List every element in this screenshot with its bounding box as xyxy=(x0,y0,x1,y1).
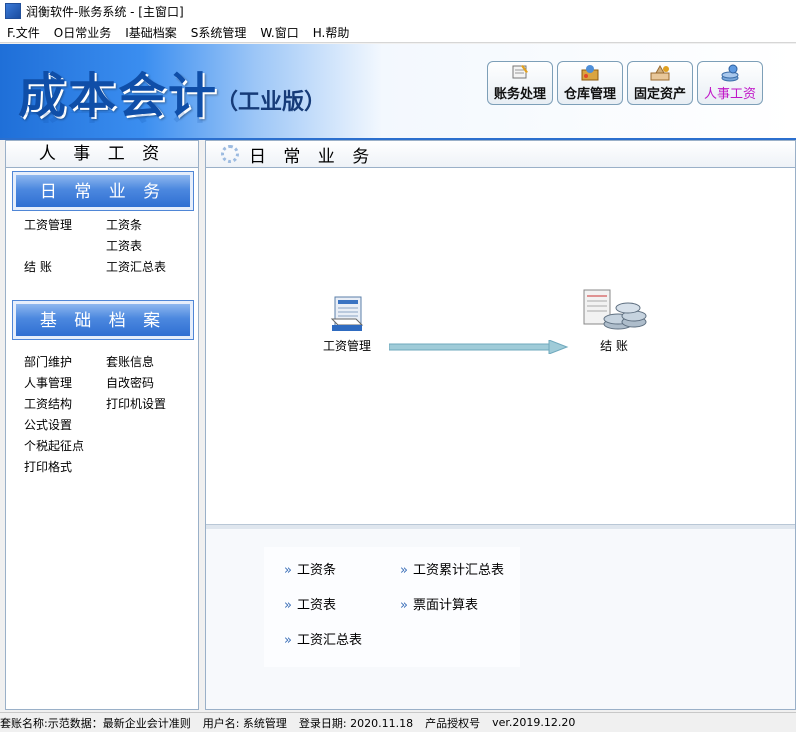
link-account-set-info[interactable]: 套账信息 xyxy=(106,352,196,373)
section-title: 基 础 档 案 xyxy=(16,304,190,336)
report-link-cumulative-summary[interactable]: » 工资累计汇总表 xyxy=(400,559,504,578)
basic-archive-links: 部门维护 套账信息 人事管理 自改密码 工资结构 打印机设置 公式设置 个税起征… xyxy=(24,352,196,478)
menu-file[interactable]: F.文件 xyxy=(0,24,47,41)
product-edition: （工业版） xyxy=(216,89,327,115)
flow-arrow-icon xyxy=(389,340,569,354)
status-login-date: 登录日期: 2020.11.18 xyxy=(298,716,414,730)
coins-ledger-icon xyxy=(583,289,647,330)
module-label: 仓库管理 xyxy=(563,87,616,102)
menu-help[interactable]: H.帮助 xyxy=(306,24,357,41)
link-tax-threshold[interactable]: 个税起征点 xyxy=(24,436,106,457)
banner: 成本会计 成本会计 （工业版） 账务处理 仓库管理 xyxy=(0,44,796,140)
product-logo-reflection: 成本会计 xyxy=(18,112,218,138)
module-payroll-button[interactable]: 人事工资 xyxy=(697,61,763,105)
module-assets-button[interactable]: 固定资产 xyxy=(627,61,693,105)
module-ledger-button[interactable]: 账务处理 xyxy=(487,61,553,105)
gear-icon xyxy=(221,145,239,163)
warehouse-icon xyxy=(581,65,599,81)
menu-window[interactable]: W.窗口 xyxy=(253,24,305,41)
section-title: 日 常 业 务 xyxy=(16,175,190,207)
status-user: 用户名: 系统管理 xyxy=(202,716,287,730)
status-license: 产品授权号 xyxy=(425,716,481,730)
menu-basic-archive[interactable]: I基础档案 xyxy=(118,24,184,41)
app-icon xyxy=(5,3,21,19)
ledger-icon xyxy=(512,65,528,79)
basic-archive-section-button[interactable]: 基 础 档 案 xyxy=(12,300,194,340)
chevron-right-icon: » xyxy=(284,633,292,648)
link-change-password[interactable]: 自改密码 xyxy=(106,373,196,394)
link-formula-settings[interactable]: 公式设置 xyxy=(24,415,106,436)
module-label: 账务处理 xyxy=(493,87,546,102)
content-title: 日 常 业 务 xyxy=(249,146,376,167)
empty-cell xyxy=(106,436,196,457)
daily-business-links: 工资管理 工资条 工资表 结 账 工资汇总表 xyxy=(24,215,196,278)
report-link-salary-summary[interactable]: » 工资汇总表 xyxy=(284,629,362,648)
report-link-salary-slip[interactable]: » 工资条 xyxy=(284,559,336,578)
link-close-accounts[interactable]: 结 账 xyxy=(24,257,106,278)
chevron-right-icon: » xyxy=(284,598,292,613)
flow-node-label: 结 账 xyxy=(600,339,628,353)
link-salary-summary[interactable]: 工资汇总表 xyxy=(106,257,196,278)
window-title: 润衡软件-账务系统 - [主窗口] xyxy=(26,4,184,19)
report-links-area: » 工资条 » 工资累计汇总表 » 工资表 » 票面计算表 » 工资汇总表 xyxy=(206,529,795,709)
link-salary-table[interactable]: 工资表 xyxy=(106,236,196,257)
module-warehouse-button[interactable]: 仓库管理 xyxy=(557,61,623,105)
empty-cell xyxy=(106,415,196,436)
flow-diagram-area: 工资管理 结 账 xyxy=(206,168,795,524)
link-printer-settings[interactable]: 打印机设置 xyxy=(106,394,196,415)
payroll-icon xyxy=(721,64,739,82)
left-panel-title: 人 事 工 资 xyxy=(6,141,198,168)
module-label: 人事工资 xyxy=(703,87,756,102)
link-print-format[interactable]: 打印格式 xyxy=(24,457,106,478)
link-salary-slip[interactable]: 工资条 xyxy=(106,215,196,236)
empty-cell xyxy=(106,457,196,478)
module-label: 固定资产 xyxy=(633,87,686,102)
content-header: 日 常 业 务 xyxy=(206,141,795,168)
title-bar: 润衡软件-账务系统 - [主窗口] xyxy=(0,0,796,22)
report-link-salary-table[interactable]: » 工资表 xyxy=(284,594,336,613)
link-department-maintenance[interactable]: 部门维护 xyxy=(24,352,106,373)
main-content-panel: 日 常 业 务 工资管理 结 账 » 工资条 » 工资累计汇总表 » 工资表 »… xyxy=(205,140,796,710)
status-bar: 套账名称:示范数据：最新企业会计准则 用户名: 系统管理 登录日期: 2020.… xyxy=(0,712,796,732)
module-switcher: 账务处理 仓库管理 固定资产 人事工资 xyxy=(487,61,763,105)
left-navigation-panel: 人 事 工 资 日 常 业 务 工资管理 工资条 工资表 结 账 工资汇总表 基… xyxy=(5,140,199,710)
flow-node-close-accounts[interactable]: 结 账 xyxy=(576,286,652,354)
menu-bar: F.文件 O日常业务 I基础档案 S系统管理 W.窗口 H.帮助 xyxy=(0,22,796,43)
flow-node-label: 工资管理 xyxy=(322,339,371,353)
assets-icon xyxy=(650,64,670,81)
daily-business-section-button[interactable]: 日 常 业 务 xyxy=(12,171,194,211)
flow-node-salary-management[interactable]: 工资管理 xyxy=(314,294,380,354)
status-version: ver.2019.12.20 xyxy=(492,716,576,729)
menu-daily-business[interactable]: O日常业务 xyxy=(47,24,118,41)
status-account: 套账名称:示范数据：最新企业会计准则 xyxy=(0,716,191,730)
chevron-right-icon: » xyxy=(400,563,408,578)
empty-cell xyxy=(24,236,106,257)
menu-system-management[interactable]: S系统管理 xyxy=(184,24,254,41)
link-salary-structure[interactable]: 工资结构 xyxy=(24,394,106,415)
link-salary-management[interactable]: 工资管理 xyxy=(24,215,106,236)
salary-document-icon xyxy=(330,296,364,331)
chevron-right-icon: » xyxy=(400,598,408,613)
chevron-right-icon: » xyxy=(284,563,292,578)
report-link-denomination[interactable]: » 票面计算表 xyxy=(400,594,478,613)
link-personnel-management[interactable]: 人事管理 xyxy=(24,373,106,394)
